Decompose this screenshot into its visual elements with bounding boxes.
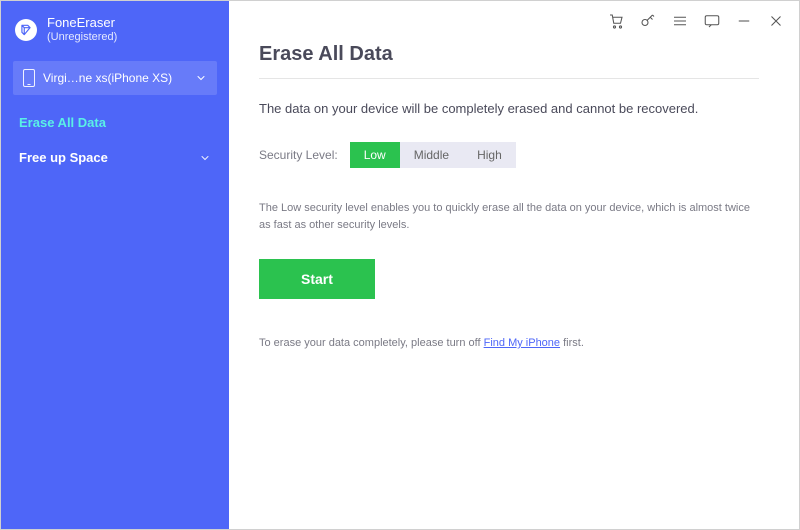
- device-selector[interactable]: Virgi…ne xs(iPhone XS): [13, 61, 217, 95]
- find-my-iphone-link[interactable]: Find My iPhone: [484, 337, 560, 349]
- sidebar: FoneEraser (Unregistered) Virgi…ne xs(iP…: [1, 1, 229, 529]
- app-logo-icon: [15, 19, 37, 41]
- key-icon[interactable]: [639, 12, 657, 30]
- note-prefix: To erase your data completely, please tu…: [259, 337, 484, 349]
- minimize-icon[interactable]: [735, 12, 753, 30]
- security-middle-button[interactable]: Middle: [400, 142, 463, 168]
- security-level-label: Security Level:: [259, 148, 338, 162]
- nav-erase-all-data[interactable]: Erase All Data: [1, 105, 229, 140]
- phone-icon: [23, 69, 35, 87]
- device-label: Virgi…ne xs(iPhone XS): [43, 71, 187, 85]
- content-area: Erase All Data The data on your device w…: [229, 41, 799, 349]
- security-high-button[interactable]: High: [463, 142, 516, 168]
- menu-icon[interactable]: [671, 12, 689, 30]
- note-suffix: first.: [560, 337, 584, 349]
- main-panel: Erase All Data The data on your device w…: [229, 1, 799, 529]
- security-low-button[interactable]: Low: [350, 142, 400, 168]
- feedback-icon[interactable]: [703, 12, 721, 30]
- chevron-down-icon: [195, 72, 207, 84]
- cart-icon[interactable]: [607, 12, 625, 30]
- nav-label: Free up Space: [19, 150, 108, 165]
- app-name: FoneEraser: [47, 15, 117, 31]
- brand-header: FoneEraser (Unregistered): [1, 1, 229, 55]
- erase-description: The data on your device will be complete…: [259, 101, 759, 116]
- divider: [259, 78, 759, 79]
- security-level-description: The Low security level enables you to qu…: [259, 200, 759, 233]
- find-my-iphone-note: To erase your data completely, please tu…: [259, 337, 759, 349]
- chevron-down-icon: [199, 152, 211, 164]
- nav-label: Erase All Data: [19, 115, 106, 130]
- page-title: Erase All Data: [259, 43, 759, 66]
- license-status: (Unregistered): [47, 31, 117, 45]
- titlebar: [229, 1, 799, 41]
- security-level-segmented: Low Middle High: [350, 142, 516, 168]
- start-button[interactable]: Start: [259, 259, 375, 299]
- security-level-row: Security Level: Low Middle High: [259, 142, 759, 168]
- close-icon[interactable]: [767, 12, 785, 30]
- nav-free-up-space[interactable]: Free up Space: [1, 140, 229, 175]
